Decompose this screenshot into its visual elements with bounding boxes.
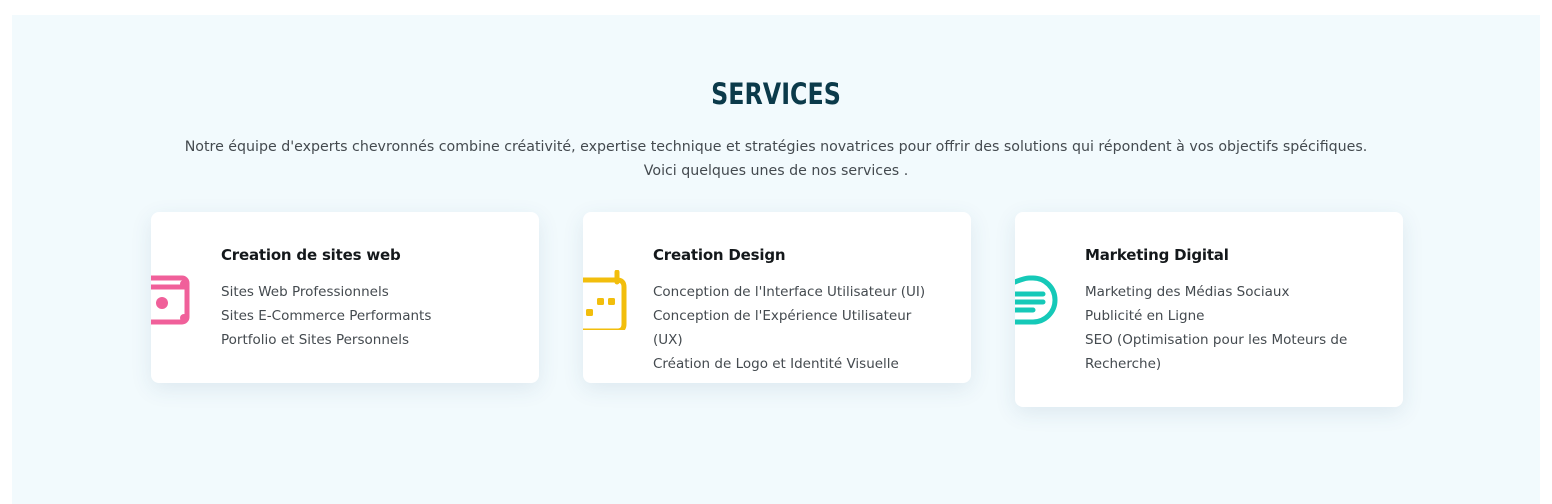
list-item: Conception de l'Interface Utilisateur (U… (653, 284, 926, 300)
card-title: Marketing Digital (1085, 246, 1229, 264)
calendar-icon (583, 270, 633, 330)
service-card-web: Creation de sites web Sites Web Professi… (151, 212, 539, 383)
section-intro: Notre équipe d'experts chevronnés combin… (12, 135, 1540, 183)
card-title: Creation Design (653, 246, 786, 264)
intro-line-2: Voici quelques unes de nos services . (643, 163, 909, 179)
chat-lines-icon (1015, 270, 1065, 330)
intro-line-1: Notre équipe d'experts chevronnés combin… (184, 139, 1368, 155)
money-bill-icon (151, 270, 201, 330)
list-item: Sites E-Commerce Performants (221, 308, 432, 324)
card-list: Sites Web Professionnels Sites E-Commerc… (221, 280, 511, 352)
list-item: Publicité en Ligne (1085, 308, 1205, 324)
card-title: Creation de sites web (221, 246, 401, 264)
list-item: Marketing des Médias Sociaux (1085, 284, 1290, 300)
services-section: SERVICES Notre équipe d'experts chevronn… (12, 15, 1540, 504)
list-item: Sites Web Professionnels (221, 284, 389, 300)
card-list: Marketing des Médias Sociaux Publicité e… (1085, 280, 1375, 376)
section-title: SERVICES (711, 77, 841, 111)
service-card-design: Creation Design Conception de l'Interfac… (583, 212, 971, 383)
list-item: Conception de l'Expérience Utilisateur (… (653, 308, 912, 348)
list-item: SEO (Optimisation pour les Moteurs de Re… (1085, 332, 1348, 372)
service-card-marketing: Marketing Digital Marketing des Médias S… (1015, 212, 1403, 407)
card-list: Conception de l'Interface Utilisateur (U… (653, 280, 943, 376)
list-item: Portfolio et Sites Personnels (221, 332, 409, 348)
list-item: Création de Logo et Identité Visuelle (653, 356, 899, 372)
